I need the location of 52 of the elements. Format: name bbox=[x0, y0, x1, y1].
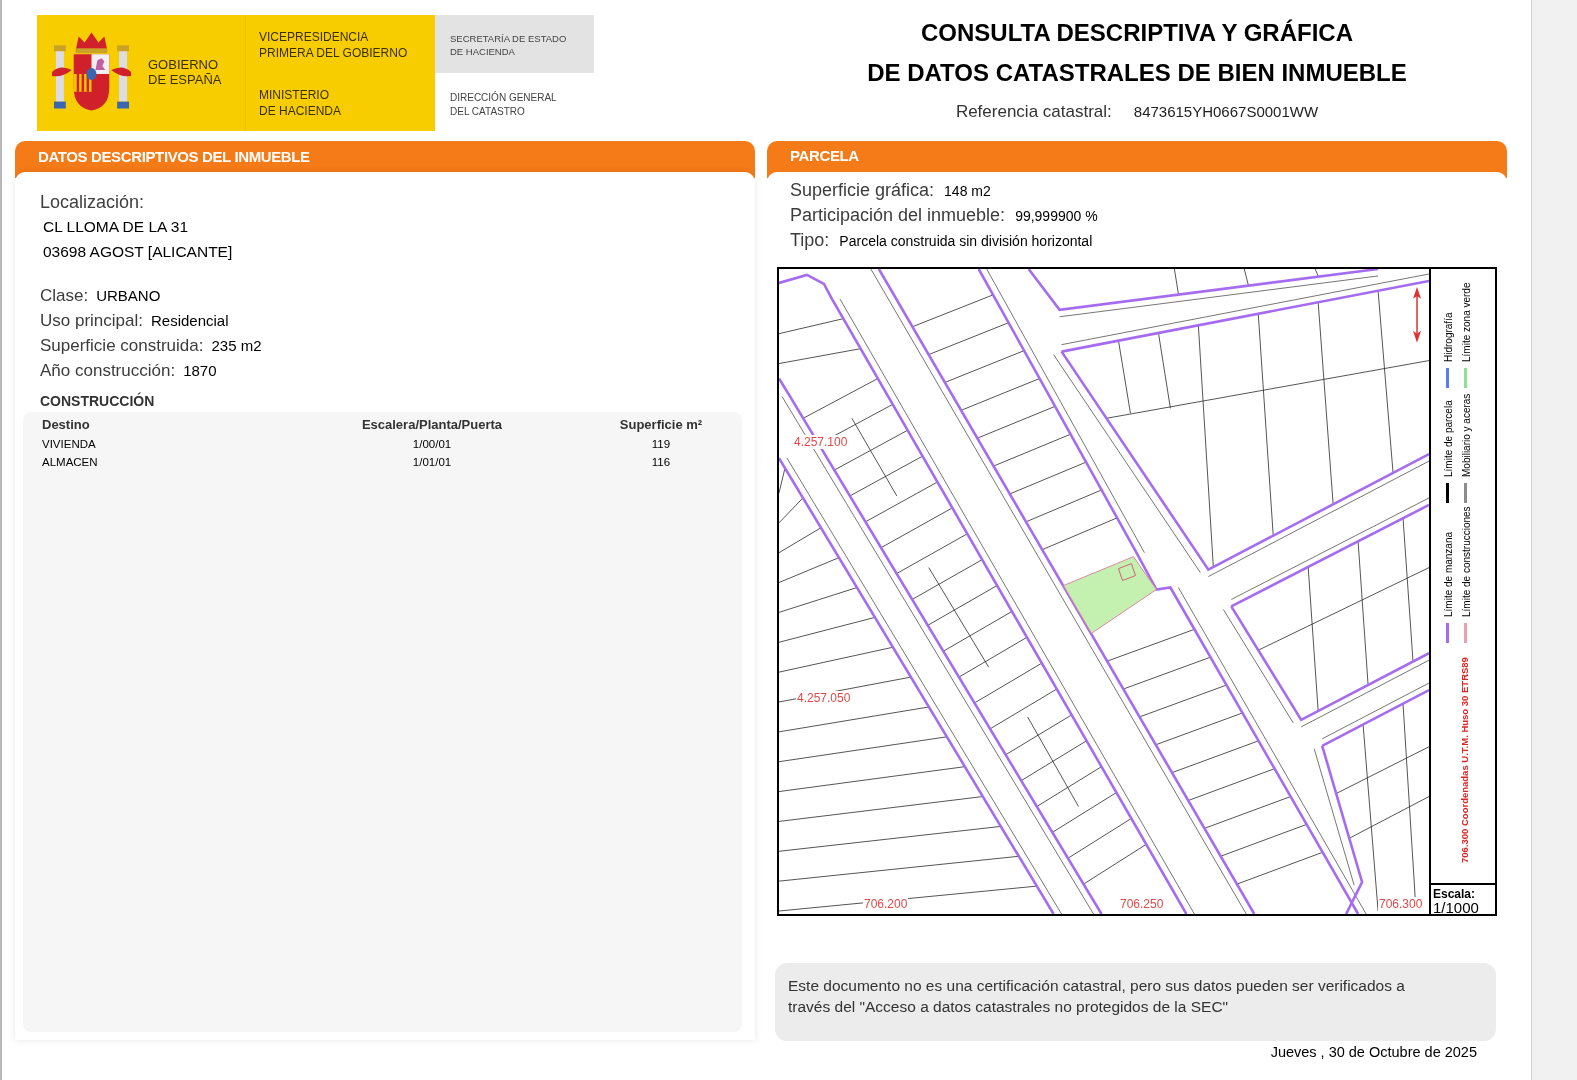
column-header: Escalera/Planta/Puerta bbox=[360, 417, 504, 433]
field-label: Superficie construida: bbox=[40, 335, 204, 357]
vicepresidency-name: VICEPRESIDENCIA PRIMERA DEL GOBIERNO bbox=[259, 29, 408, 61]
coordinate-label: 706.300 bbox=[1378, 897, 1424, 911]
ministry-name: MINISTERIO DE HACIENDA bbox=[259, 87, 341, 119]
table-cell-text: 116 bbox=[650, 455, 672, 470]
field-value: Residencial bbox=[151, 311, 229, 331]
legend-label: Límite de manzana bbox=[1442, 531, 1454, 617]
table-cell-text: ALMACEN bbox=[42, 455, 99, 470]
scale-label: Escala: bbox=[1433, 888, 1477, 901]
column-header: Superficie m² bbox=[618, 417, 704, 433]
legend-label: Mobiliario y aceras bbox=[1460, 393, 1472, 477]
government-name: GOBIERNO DE ESPAÑA bbox=[148, 57, 222, 87]
location-label: Localización: bbox=[40, 191, 145, 213]
address-line: 03698 AGOST [ALICANTE] bbox=[42, 242, 233, 262]
field-label: Año construcción: bbox=[40, 360, 176, 382]
reference-label: Referencia catastral: bbox=[955, 102, 1112, 122]
secretariat-name: SECRETARÍA DE ESTADO DE HACIENDA bbox=[450, 32, 567, 58]
column-header: Destino bbox=[42, 417, 91, 433]
construction-heading: CONSTRUCCIÓN bbox=[40, 391, 155, 411]
field-label: Clase: bbox=[40, 285, 89, 307]
document-date: Jueves , 30 de Octubre de 2025 bbox=[1270, 1043, 1477, 1061]
field-value: 99,999900 % bbox=[1015, 207, 1098, 226]
document-title: CONSULTA DESCRIPTIVA Y GRÁFICA DE DATOS CATASTRALES DE BIEN INMUEBLE bbox=[867, 18, 1407, 88]
field-value: URBANO bbox=[96, 286, 161, 306]
directorate-name: DIRECCIÓN GENERAL DEL CATASTRO bbox=[450, 91, 557, 119]
coordinate-label: 4.257.100 bbox=[793, 435, 849, 449]
address-line: CL LLOMA DE LA 31 bbox=[42, 217, 189, 237]
legend-label: Límite zona verde bbox=[1460, 282, 1472, 362]
field-label: Participación del inmueble: bbox=[790, 204, 1006, 227]
table-cell-text: VIVIENDA bbox=[42, 437, 97, 452]
coordinate-label: 4.257.050 bbox=[796, 691, 852, 705]
legend-label: Hidrografía bbox=[1442, 312, 1454, 362]
scale-value: 1/1000 bbox=[1433, 901, 1480, 915]
field-label: Tipo: bbox=[790, 229, 830, 252]
field-value: Parcela construida sin división horizontal bbox=[839, 232, 1093, 251]
field-value: 235 m2 bbox=[211, 336, 262, 356]
coordinate-label: 706.200 bbox=[863, 897, 909, 911]
legend-label: Límite de construcciones bbox=[1460, 506, 1472, 617]
table-cell-text: 1/00/01 bbox=[411, 437, 453, 452]
coordinate-label: 706.250 bbox=[1119, 897, 1165, 911]
table-cell-text: 1/01/01 bbox=[411, 455, 453, 470]
table-cell-text: 119 bbox=[650, 437, 672, 452]
field-label: Uso principal: bbox=[40, 310, 143, 332]
legend-label: Límite de parcela bbox=[1442, 400, 1454, 477]
field-value: 1870 bbox=[183, 361, 217, 381]
north-arrow-icon bbox=[1413, 286, 1421, 343]
field-value: 148 m2 bbox=[944, 182, 991, 201]
reference-value: 8473615YH0667S0001WW bbox=[1133, 102, 1319, 122]
coordinate-system-note: 706.300 Coordenadas U.T.M. Huso 30 ETRS89 bbox=[1459, 657, 1470, 863]
field-label: Superficie gráfica: bbox=[790, 179, 935, 202]
disclaimer-note: Este documento no es una certificación catastral, pero sus datos pueden ser verificados a través del "Acceso a datos catastrales no protegidos de la SEC" bbox=[775, 963, 1496, 1041]
